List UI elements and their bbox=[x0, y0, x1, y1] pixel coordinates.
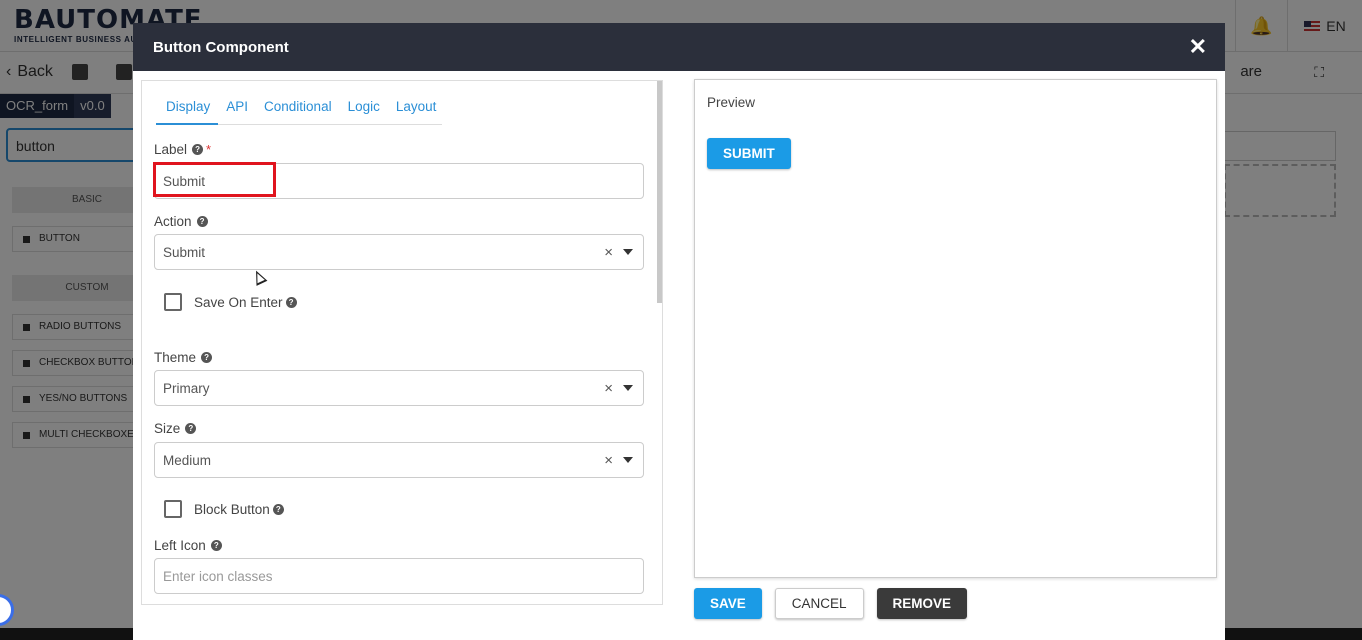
save-on-enter-label: Save On Enter bbox=[194, 294, 283, 310]
clear-icon[interactable]: × bbox=[604, 244, 613, 261]
left-icon-input[interactable]: Enter icon classes bbox=[154, 558, 644, 594]
size-field-label: Size ? bbox=[154, 421, 197, 436]
settings-scrollbar[interactable] bbox=[657, 81, 662, 303]
block-button-label: Block Button bbox=[194, 501, 270, 517]
modal-header: Button Component ✕ bbox=[133, 23, 1225, 71]
settings-tabs: Display API Conditional Logic Layout bbox=[156, 93, 442, 125]
help-icon[interactable]: ? bbox=[210, 540, 222, 551]
tab-conditional[interactable]: Conditional bbox=[256, 93, 340, 124]
clear-icon[interactable]: × bbox=[604, 452, 613, 469]
block-button-row: Block Button ? bbox=[164, 500, 284, 518]
modal-footer: SAVE CANCEL REMOVE bbox=[694, 588, 968, 619]
theme-select-value: Primary bbox=[163, 380, 210, 396]
left-icon-placeholder: Enter icon classes bbox=[163, 568, 273, 584]
theme-select[interactable]: Primary × bbox=[154, 370, 644, 406]
mouse-cursor-icon bbox=[250, 268, 268, 286]
help-icon[interactable]: ? bbox=[196, 216, 208, 227]
required-marker: * bbox=[206, 142, 212, 157]
save-on-enter-checkbox[interactable] bbox=[164, 293, 182, 311]
preview-panel: Preview SUBMIT bbox=[694, 79, 1217, 578]
preview-submit-button[interactable]: SUBMIT bbox=[707, 138, 791, 169]
help-icon[interactable]: ? bbox=[201, 352, 213, 363]
save-on-enter-row: Save On Enter ? bbox=[164, 293, 297, 311]
tab-logic[interactable]: Logic bbox=[340, 93, 388, 124]
help-icon[interactable]: ? bbox=[185, 423, 197, 434]
size-select-value: Medium bbox=[163, 452, 212, 468]
preview-label: Preview bbox=[707, 95, 756, 110]
size-select[interactable]: Medium × bbox=[154, 442, 644, 478]
tab-api[interactable]: API bbox=[218, 93, 256, 124]
close-icon[interactable]: ✕ bbox=[1189, 36, 1207, 58]
caret-down-icon[interactable] bbox=[623, 249, 633, 255]
left-icon-field-label: Left Icon ? bbox=[154, 538, 222, 553]
action-field-label-text: Action bbox=[154, 214, 192, 229]
size-field-label-text: Size bbox=[154, 421, 181, 436]
theme-field-label-text: Theme bbox=[154, 350, 197, 365]
block-button-checkbox[interactable] bbox=[164, 500, 182, 518]
caret-down-icon[interactable] bbox=[623, 457, 633, 463]
label-highlight-box bbox=[153, 162, 276, 197]
settings-panel: Display API Conditional Logic Layout Lab… bbox=[141, 80, 663, 605]
tab-layout[interactable]: Layout bbox=[388, 93, 445, 124]
label-field-label-text: Label bbox=[154, 142, 188, 157]
remove-button[interactable]: REMOVE bbox=[876, 588, 968, 619]
tab-display[interactable]: Display bbox=[156, 93, 219, 125]
save-button[interactable]: SAVE bbox=[694, 588, 762, 619]
theme-field-label: Theme ? bbox=[154, 350, 213, 365]
left-icon-field-label-text: Left Icon bbox=[154, 538, 206, 553]
label-field-label: Label ? * bbox=[154, 142, 211, 157]
cancel-button[interactable]: CANCEL bbox=[774, 588, 864, 619]
modal-title: Button Component bbox=[153, 38, 289, 56]
action-field-label: Action ? bbox=[154, 214, 208, 229]
button-component-modal: Button Component ✕ Display API Condition… bbox=[133, 23, 1225, 640]
help-icon[interactable]: ? bbox=[192, 144, 204, 155]
help-icon[interactable]: ? bbox=[272, 503, 284, 515]
action-select[interactable]: Submit × bbox=[154, 234, 644, 270]
action-select-value: Submit bbox=[163, 244, 206, 260]
caret-down-icon[interactable] bbox=[623, 385, 633, 391]
clear-icon[interactable]: × bbox=[604, 380, 613, 397]
help-icon[interactable]: ? bbox=[285, 296, 297, 308]
